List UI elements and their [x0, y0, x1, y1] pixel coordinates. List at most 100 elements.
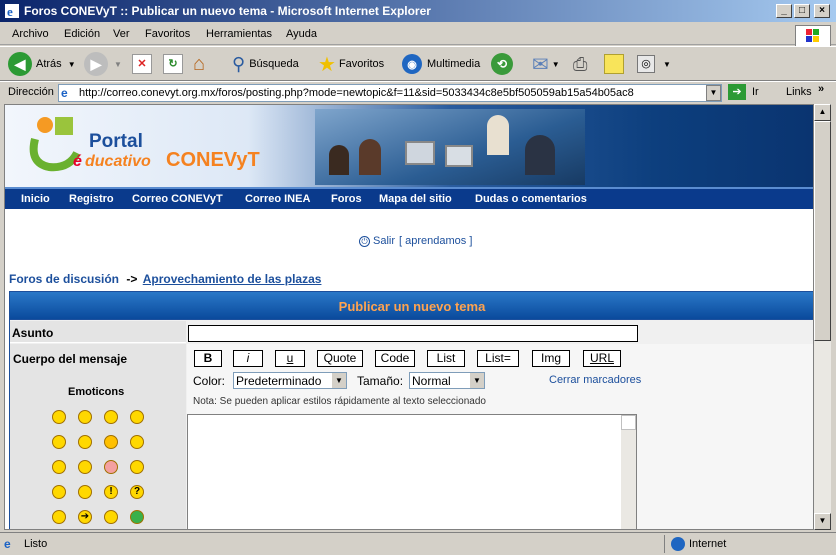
messenger-button[interactable]: ◎ ▼ [637, 53, 671, 75]
menu-edicion[interactable]: Edición [64, 28, 100, 40]
smiley-twisted-icon[interactable] [78, 485, 92, 499]
size-select[interactable]: Normal ▼ [409, 372, 485, 389]
educativo-text: ducativo [85, 153, 151, 170]
menu-favoritos[interactable]: Favoritos [145, 28, 190, 40]
nav-correo-inea[interactable]: Correo INEA [245, 193, 310, 205]
nav-correo-conevyt[interactable]: Correo CONEVyT [132, 193, 223, 205]
menu-herramientas[interactable]: Herramientas [206, 28, 272, 40]
search-button[interactable]: ⚲ Búsqueda [232, 53, 299, 75]
print-button[interactable]: ⎙ [573, 53, 587, 75]
italic-button[interactable]: i [233, 350, 263, 367]
smiley-confused-icon[interactable] [78, 435, 92, 449]
textarea-scrollbar[interactable] [621, 415, 636, 529]
list-button[interactable]: List [427, 350, 465, 367]
mail-button[interactable]: ✉ ▼ [532, 53, 560, 76]
links-button[interactable]: Links [786, 86, 812, 98]
scroll-down-arrow-icon[interactable]: ▼ [814, 513, 831, 530]
globe-icon [671, 537, 685, 551]
address-input[interactable]: e http://correo.conevyt.org.mx/foros/pos… [58, 84, 722, 102]
smiley-happy-icon[interactable] [78, 410, 92, 424]
ie-icon: e [4, 3, 20, 19]
smiley-mrgreen-icon[interactable] [130, 510, 144, 524]
menu-ayuda[interactable]: Ayuda [286, 28, 317, 40]
color-select[interactable]: Predeterminado ▼ [233, 372, 347, 389]
breadcrumb-root[interactable]: Foros de discusión [9, 272, 119, 286]
idea-icon[interactable] [52, 510, 66, 524]
go-button[interactable]: ➔ Ir [728, 84, 759, 100]
forward-button[interactable]: ▶ ▼ [84, 52, 122, 76]
address-label: Dirección [8, 86, 54, 98]
smiley-cool-icon[interactable] [104, 435, 118, 449]
list-ordered-button[interactable]: List= [477, 350, 519, 367]
subject-label: Asunto [12, 326, 54, 340]
body-label: Cuerpo del mensaje [13, 352, 128, 366]
chevron-down-icon: ▼ [332, 373, 346, 388]
logout-link[interactable]: ⏻ Salir [ aprendamos ] [359, 235, 472, 247]
breadcrumb: Foros de discusión -> Aprovechamiento de… [9, 272, 322, 286]
stop-button[interactable]: ✕ [132, 53, 152, 75]
educativo-e-icon: é [73, 153, 82, 170]
dropdown-arrow-icon: ▼ [663, 59, 671, 69]
minimize-button[interactable]: _ [776, 4, 792, 18]
window-title: Foros CONEVyT :: Publicar un nuevo tema … [24, 4, 431, 18]
bold-button[interactable]: B [194, 350, 222, 367]
chevron-right-icon[interactable]: » [818, 83, 824, 95]
img-button[interactable]: Img [532, 350, 570, 367]
scroll-up-arrow-icon[interactable]: ▲ [814, 104, 831, 121]
question-icon[interactable]: ? [130, 485, 144, 499]
forward-arrow-icon: ▶ [84, 52, 108, 76]
message-textarea[interactable] [187, 414, 637, 529]
nav-mapa-del-sitio[interactable]: Mapa del sitio [379, 193, 452, 205]
smiley-grin-icon[interactable] [52, 410, 66, 424]
nav-registro[interactable]: Registro [69, 193, 114, 205]
mail-icon: ✉ [532, 53, 549, 76]
nav-dudas-comentarios[interactable]: Dudas o comentarios [475, 193, 587, 205]
power-icon: ⏻ [359, 235, 370, 247]
history-button[interactable]: ⟲ [491, 53, 513, 75]
nav-foros[interactable]: Foros [331, 193, 362, 205]
close-tags-link[interactable]: Cerrar marcadores [549, 374, 641, 386]
address-dropdown-button[interactable]: ▼ [706, 85, 721, 101]
smiley-sad-icon[interactable] [104, 410, 118, 424]
refresh-icon: ↻ [163, 54, 183, 74]
favorites-button[interactable]: ★ Favoritos [318, 53, 384, 76]
smiley-cry-icon[interactable] [130, 460, 144, 474]
breadcrumb-forum[interactable]: Aprovechamiento de las plazas [143, 272, 322, 286]
smiley-embarrassed-icon[interactable] [104, 460, 118, 474]
smiley-mad-icon[interactable] [52, 460, 66, 474]
scroll-up-button[interactable] [621, 415, 636, 430]
page-icon: e [61, 86, 68, 100]
maximize-button[interactable]: □ [794, 4, 810, 18]
underline-button[interactable]: u [275, 350, 305, 367]
code-button[interactable]: Code [375, 350, 415, 367]
smiley-laugh-icon[interactable] [130, 435, 144, 449]
globe-icon: ◉ [402, 54, 422, 74]
form-header: Publicar un nuevo tema [10, 292, 813, 320]
smiley-evil-icon[interactable] [52, 485, 66, 499]
smiley-surprised-icon[interactable] [130, 410, 144, 424]
home-button[interactable]: ⌂ [193, 53, 205, 75]
page-viewport: Portal é ducativo CONEVyT Inicio Registr… [4, 104, 814, 530]
menu-bar: Archivo Edición Ver Favoritos Herramient… [0, 23, 836, 45]
back-button[interactable]: ◀ Atrás ▼ [8, 52, 76, 76]
refresh-button[interactable]: ↻ [163, 53, 183, 75]
close-button[interactable]: × [814, 4, 830, 18]
address-bar: Dirección e http://correo.conevyt.org.mx… [0, 81, 836, 103]
media-button[interactable]: ◉ Multimedia [402, 53, 480, 75]
nav-inicio[interactable]: Inicio [21, 193, 50, 205]
smiley-razz-icon[interactable] [78, 460, 92, 474]
post-form: Publicar un nuevo tema Asunto Cuerpo del… [9, 291, 813, 529]
url-button[interactable]: URL [583, 350, 621, 367]
subject-input[interactable] [188, 325, 638, 342]
exclamation-icon[interactable]: ! [104, 485, 118, 499]
menu-archivo[interactable]: Archivo [12, 28, 49, 40]
quote-button[interactable]: Quote [317, 350, 363, 367]
status-bar: e Listo Internet [0, 532, 836, 555]
edit-button[interactable] [604, 53, 624, 75]
scroll-thumb[interactable] [814, 121, 831, 341]
arrow-icon[interactable]: ➔ [78, 510, 92, 524]
page-scrollbar[interactable]: ▲ ▼ [814, 104, 831, 530]
smiley-shocked-icon[interactable] [52, 435, 66, 449]
smiley-neutral-icon[interactable] [104, 510, 118, 524]
menu-ver[interactable]: Ver [113, 28, 130, 40]
